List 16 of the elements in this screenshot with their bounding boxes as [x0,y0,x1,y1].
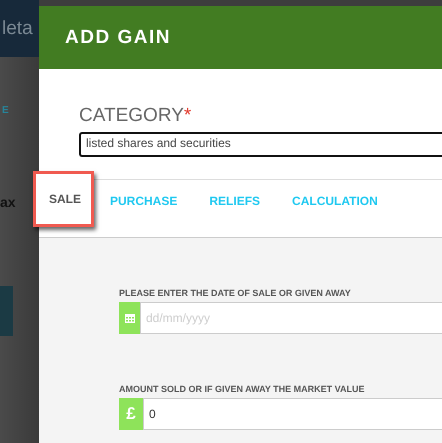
category-label: CATEGORY* [79,105,192,127]
page-button[interactable] [0,286,13,336]
tab[interactable]: CALCULATION [276,180,394,222]
field-label: PLEASE ENTER THE DATE OF SALE OR GIVEN AWAY [119,288,352,298]
brand-text: leta [2,18,33,40]
heading-text: ax [0,194,16,210]
field-label: AMOUNT SOLD OR IF GIVEN AWAY THE MARKET VALUE [119,384,366,394]
category-select[interactable]: listed shares and securities [79,132,442,157]
dialog-title: ADD GAIN [65,26,171,48]
amount-field[interactable]: 0 [143,398,442,430]
tab[interactable]: PURCHASE [94,180,194,222]
tab[interactable]: SALE [33,171,94,227]
currency-addon: £ [119,398,143,430]
tab[interactable]: RELIEFS [193,180,276,222]
nav-link[interactable]: E [2,105,9,116]
calendar-icon [124,313,134,323]
